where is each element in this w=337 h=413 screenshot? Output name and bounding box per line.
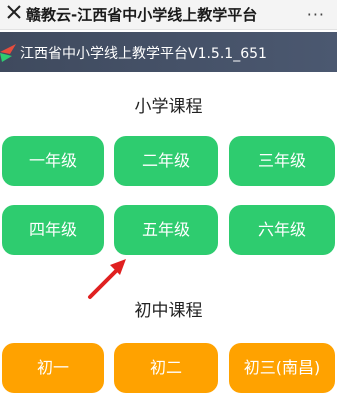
junior-1-button[interactable]: 初一	[2, 343, 104, 393]
banner-title: 江西省中小学线上教学平台V1.5.1_651	[20, 46, 267, 62]
middle-section-title: 初中课程	[134, 301, 203, 321]
grade-2-button[interactable]: 二年级	[114, 136, 218, 186]
more-icon[interactable]: ···	[307, 5, 325, 24]
close-icon[interactable]	[6, 4, 22, 20]
grade-3-button[interactable]: 三年级	[229, 136, 335, 186]
junior-2-button[interactable]: 初二	[114, 343, 218, 393]
grade-4-button[interactable]: 四年级	[2, 205, 104, 255]
grade-1-button[interactable]: 一年级	[2, 136, 104, 186]
logo-icon	[0, 44, 16, 62]
watermark: @深河讲堂	[278, 395, 333, 408]
junior-3-nanchang-button[interactable]: 初三(南昌)	[229, 343, 335, 393]
grade-6-button[interactable]: 六年级	[229, 205, 335, 255]
primary-section-title: 小学课程	[134, 97, 203, 117]
app-banner: 江西省中小学线上教学平台V1.5.1_651	[0, 32, 337, 72]
red-arrow-icon	[88, 259, 126, 299]
grade-5-button[interactable]: 五年级	[114, 205, 218, 255]
top-bar: 赣教云-江西省中小学线上教学平台 ···	[0, 0, 337, 30]
page-title: 赣教云-江西省中小学线上教学平台	[26, 6, 258, 24]
